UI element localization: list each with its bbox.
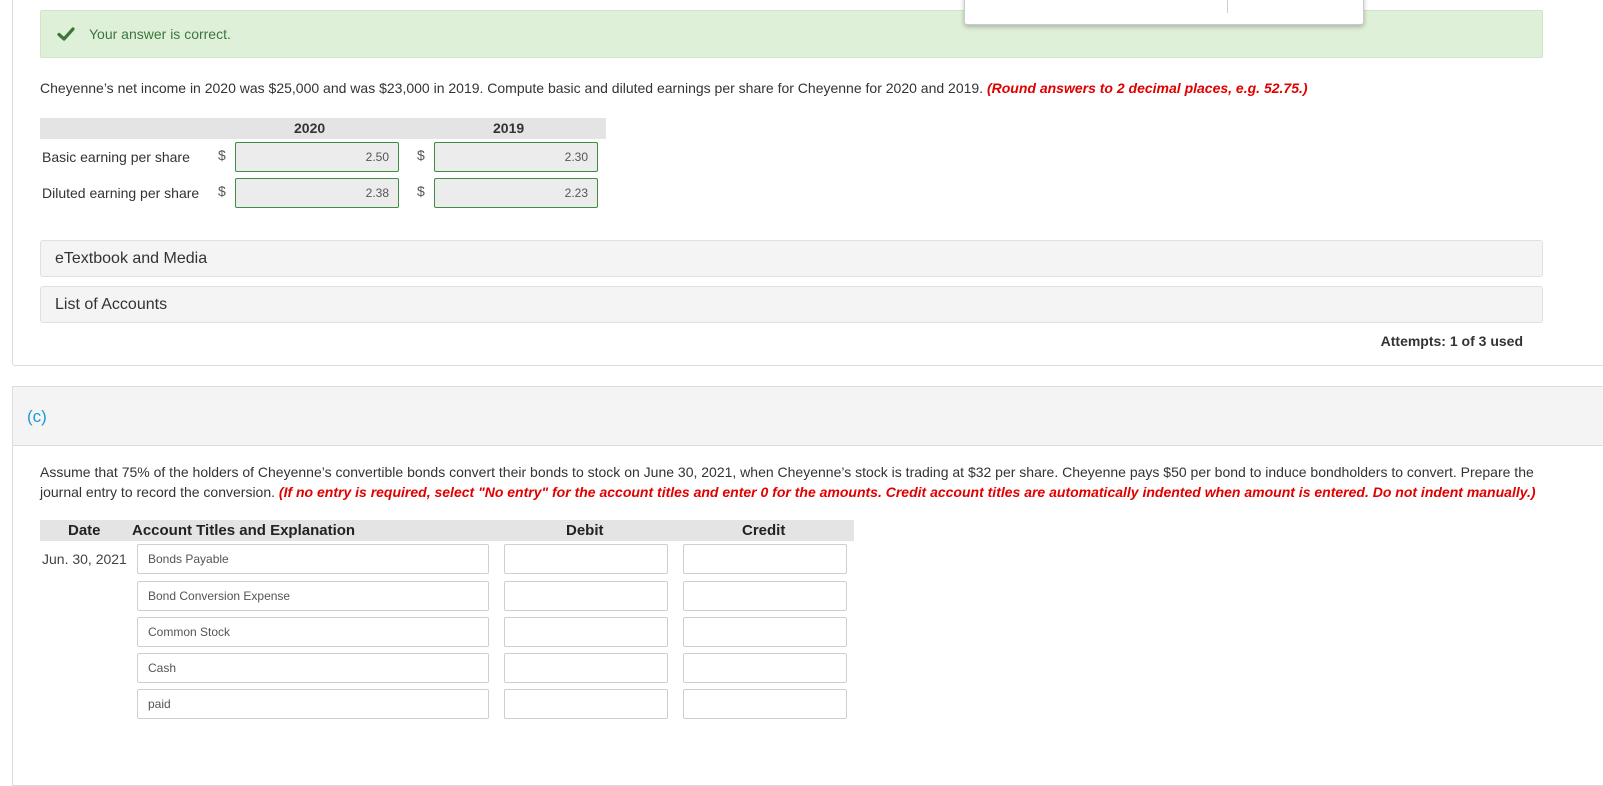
currency-symbol: $ xyxy=(417,147,425,163)
part-b-question: Cheyenne’s net income in 2020 was $25,00… xyxy=(40,80,1308,96)
account-title-input[interactable]: Bond Conversion Expense xyxy=(137,581,489,611)
currency-symbol: $ xyxy=(218,147,226,163)
debit-input[interactable] xyxy=(504,581,668,611)
eps-table-header: 2020 2019 xyxy=(40,118,606,139)
diluted-eps-2020-input[interactable]: 2.38 xyxy=(235,178,399,208)
part-b-question-text: Cheyenne’s net income in 2020 was $25,00… xyxy=(40,80,984,96)
floating-popup: ʼʼ xyxy=(964,0,1364,25)
part-c-label: (c) xyxy=(27,407,47,426)
credit-input[interactable] xyxy=(683,653,847,683)
popup-glyph: ʼʼ xyxy=(1331,0,1335,2)
basic-eps-2020-input[interactable]: 2.50 xyxy=(235,142,399,172)
row-label-diluted-eps: Diluted earning per share xyxy=(42,185,200,201)
attempts-counter: Attempts: 1 of 3 used xyxy=(1380,333,1523,349)
debit-input[interactable] xyxy=(504,617,668,647)
credit-input[interactable] xyxy=(683,581,847,611)
row-label-basic-eps: Basic earning per share xyxy=(42,149,190,165)
part-c-instruction: (If no entry is required, select "No ent… xyxy=(278,484,1536,500)
column-header-2020: 2020 xyxy=(294,120,326,136)
currency-symbol: $ xyxy=(417,183,425,199)
part-b-instruction: (Round answers to 2 decimal places, e.g.… xyxy=(986,80,1308,96)
basic-eps-2019-input[interactable]: 2.30 xyxy=(434,142,598,172)
credit-input[interactable] xyxy=(683,544,847,574)
debit-input[interactable] xyxy=(504,689,668,719)
entry-date: Jun. 30, 2021 xyxy=(42,551,127,567)
account-title-input[interactable]: Bonds Payable xyxy=(137,544,489,574)
account-title-input[interactable]: Cash xyxy=(137,653,489,683)
debit-input[interactable] xyxy=(504,653,668,683)
account-title-input[interactable]: Common Stock xyxy=(137,617,489,647)
debit-input[interactable] xyxy=(504,544,668,574)
credit-input[interactable] xyxy=(683,617,847,647)
list-of-accounts-expander[interactable]: List of Accounts xyxy=(40,286,1543,323)
header-credit: Credit xyxy=(742,522,786,539)
currency-symbol: $ xyxy=(218,183,226,199)
checkmark-icon xyxy=(57,27,75,41)
part-c-question: Assume that 75% of the holders of Cheyen… xyxy=(40,462,1550,502)
part-c-header xyxy=(12,386,1603,446)
journal-table-header: Date Account Titles and Explanation Debi… xyxy=(40,520,854,541)
etextbook-media-expander[interactable]: eTextbook and Media xyxy=(40,240,1543,277)
header-debit: Debit xyxy=(566,522,604,539)
header-account-titles: Account Titles and Explanation xyxy=(132,522,356,539)
correct-message: Your answer is correct. xyxy=(89,26,231,42)
diluted-eps-2019-input[interactable]: 2.23 xyxy=(434,178,598,208)
credit-input[interactable] xyxy=(683,689,847,719)
explanation-input[interactable]: paid xyxy=(137,689,489,719)
header-date: Date xyxy=(68,522,101,539)
popup-divider xyxy=(1227,0,1228,13)
column-header-2019: 2019 xyxy=(493,120,525,136)
